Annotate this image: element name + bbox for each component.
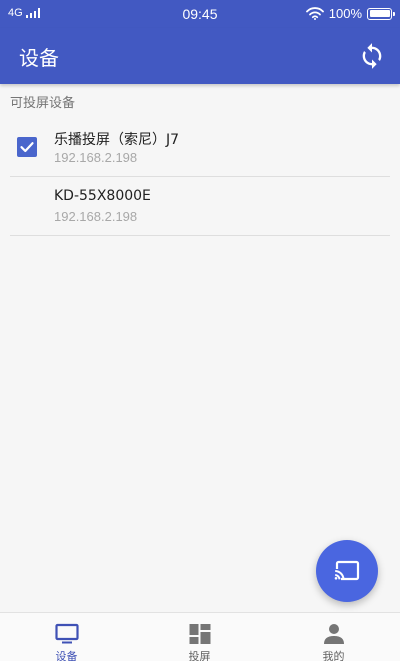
- nav-label: 设备: [55, 650, 78, 661]
- device-name: 乐播投屏（索尼）J7: [54, 132, 180, 148]
- cast-icon: [334, 560, 360, 583]
- status-bar: 4G 09:45 100%: [0, 0, 400, 28]
- device-ip: 192.168.2.198: [54, 209, 138, 224]
- person-icon: [323, 624, 344, 644]
- refresh-icon: [362, 43, 382, 69]
- tv-icon: [54, 623, 79, 644]
- wifi-icon: [305, 7, 324, 20]
- grid-icon: [189, 624, 210, 644]
- cast-fab-button[interactable]: [316, 540, 378, 602]
- nav-cast[interactable]: 投屏: [133, 613, 266, 661]
- device-item-2[interactable]: KD-55X8000E 192.168.2.198: [0, 178, 400, 236]
- nav-label: 我的: [322, 650, 345, 661]
- battery-percent: 100%: [328, 6, 362, 21]
- divider: [10, 235, 390, 236]
- nav-mine[interactable]: 我的: [267, 613, 400, 661]
- bottom-nav: 设备 投屏 我的: [0, 612, 400, 661]
- device-ip: 192.168.2.198: [54, 150, 138, 165]
- divider: [10, 176, 390, 177]
- device-item-1[interactable]: 乐播投屏（索尼）J7 192.168.2.198: [0, 119, 400, 177]
- nav-devices[interactable]: 设备: [0, 613, 133, 661]
- battery-icon: [367, 7, 395, 20]
- status-right: 100%: [305, 6, 395, 21]
- device-name: KD-55X8000E: [54, 188, 151, 204]
- section-label: 可投屏设备: [10, 96, 76, 111]
- app-bar: 设备: [0, 28, 400, 84]
- nav-label: 投屏: [188, 650, 211, 661]
- page-title: 设备: [19, 46, 59, 70]
- refresh-button[interactable]: [358, 42, 386, 70]
- check-icon: [20, 142, 34, 153]
- device-checkbox[interactable]: [17, 137, 37, 157]
